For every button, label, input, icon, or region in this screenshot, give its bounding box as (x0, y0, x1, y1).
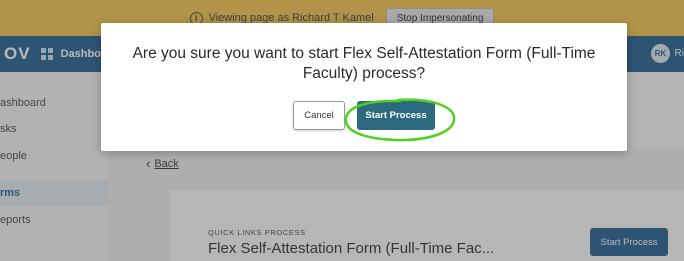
start-process-button[interactable]: Start Process (357, 101, 435, 130)
cancel-button[interactable]: Cancel (293, 101, 345, 130)
confirm-question: Are you sure you want to start Flex Self… (132, 45, 596, 82)
confirm-dialog: Are you sure you want to start Flex Self… (101, 23, 627, 151)
